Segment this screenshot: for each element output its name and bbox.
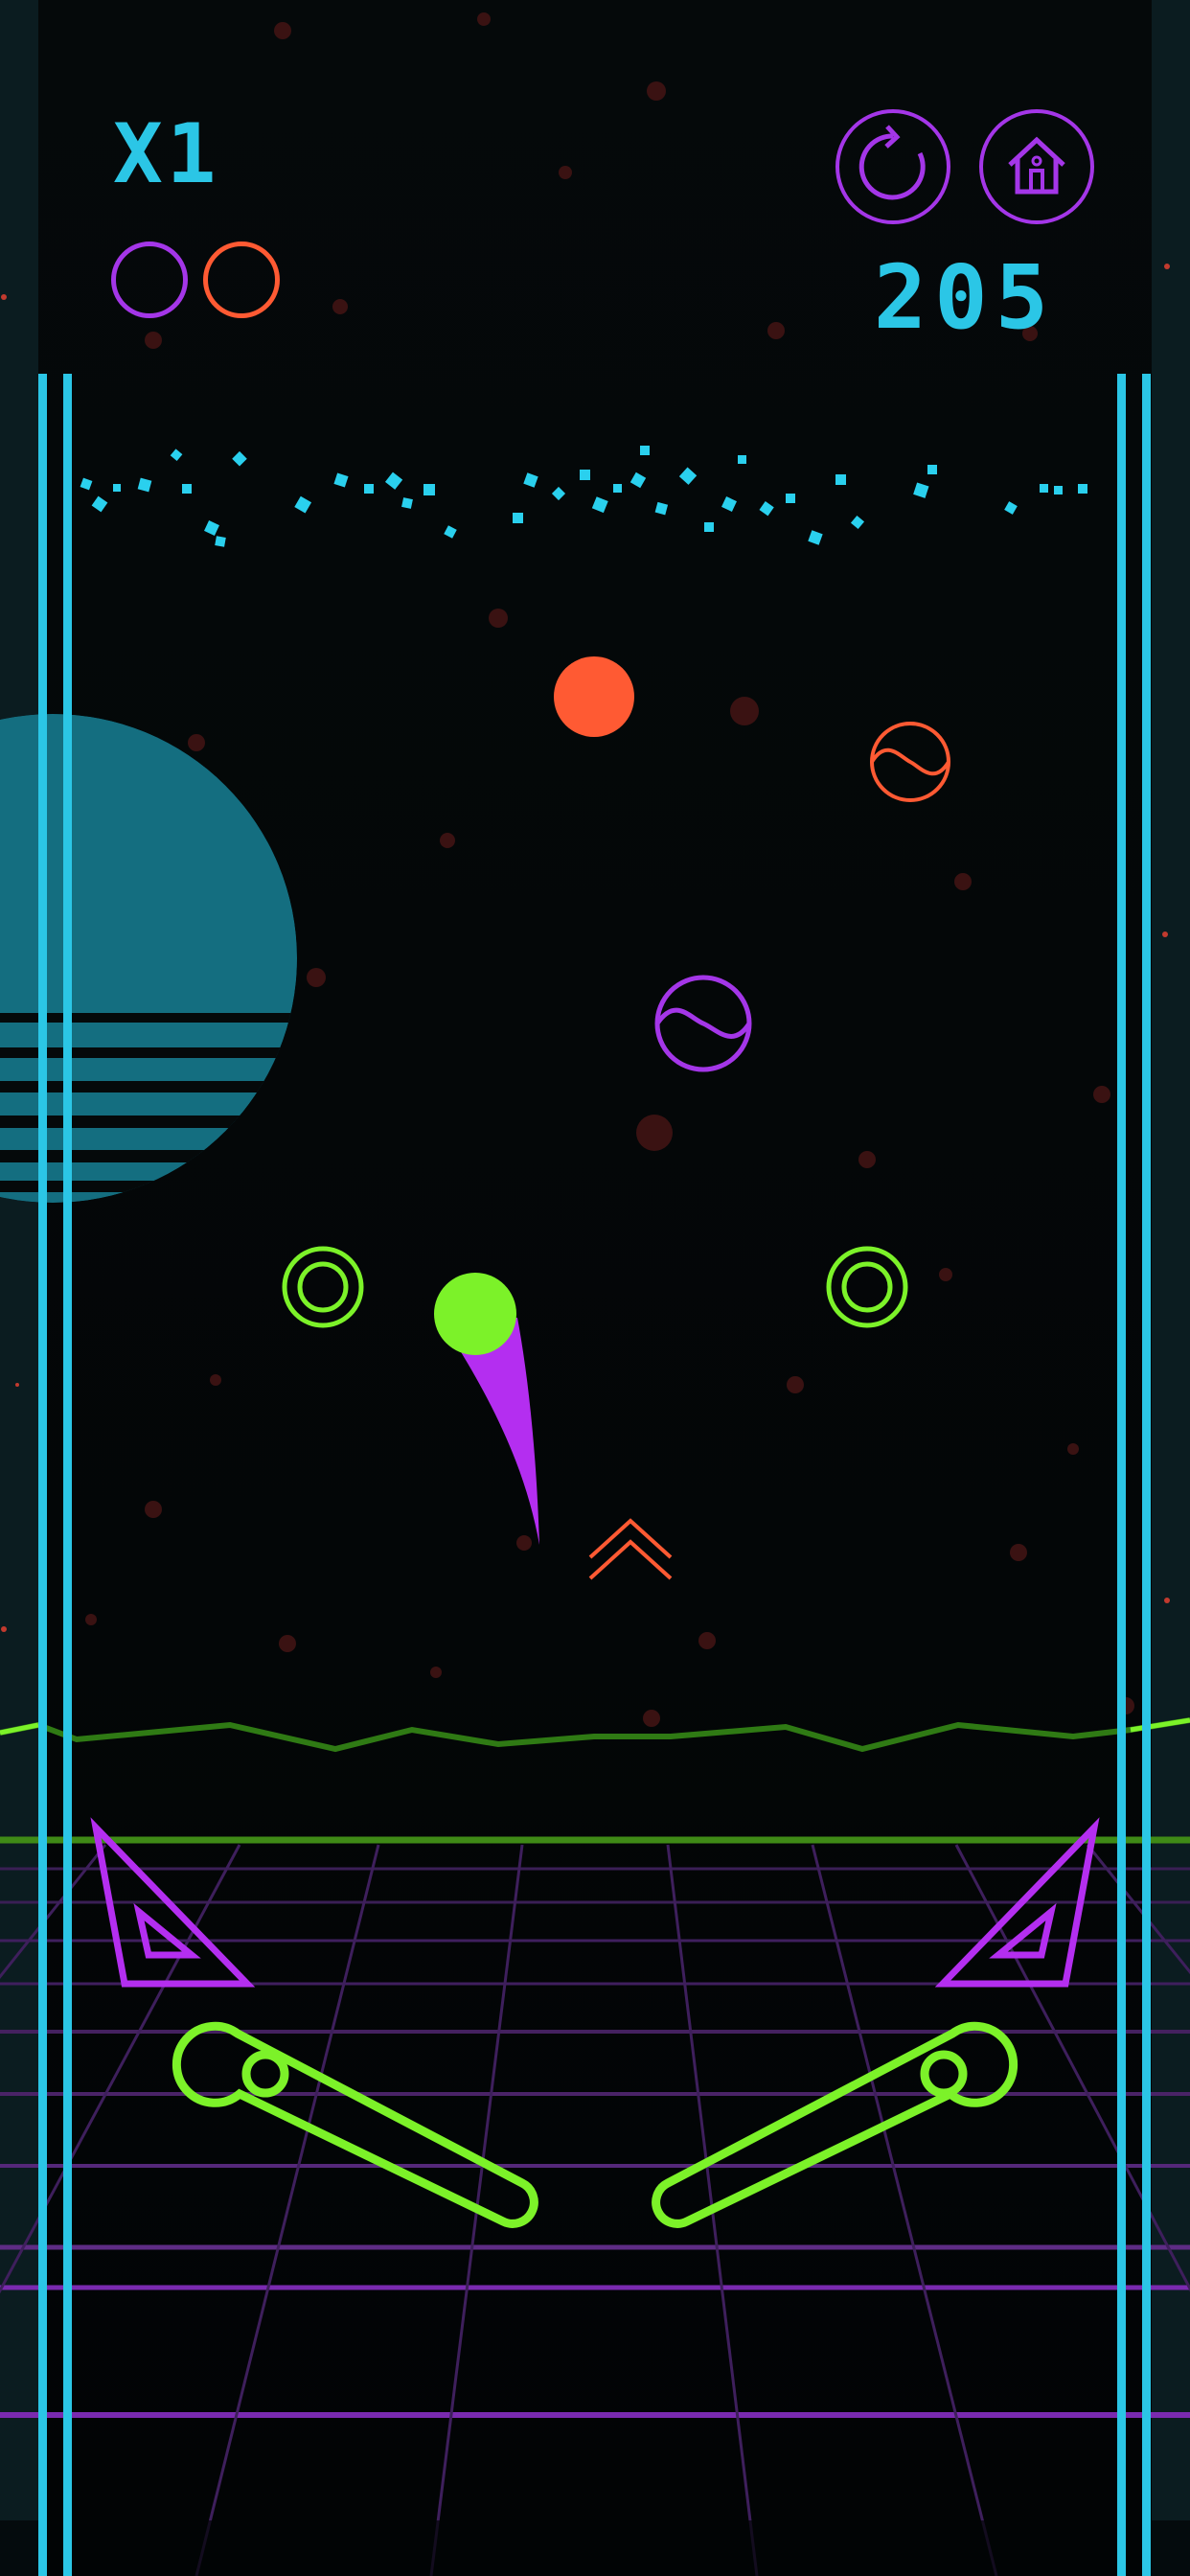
- restart-icon: [858, 125, 926, 200]
- score-multiplier: X1: [113, 106, 220, 202]
- right-side-panel: [1152, 0, 1190, 2576]
- pinball-ball: [434, 1273, 516, 1355]
- orange-bumper: [554, 656, 634, 737]
- left-side-panel: [0, 0, 38, 2576]
- restart-button[interactable]: [835, 109, 950, 224]
- home-button[interactable]: [979, 109, 1094, 224]
- background: [0, 0, 1190, 2576]
- life-indicator-orange: [203, 242, 280, 318]
- home-icon: [1008, 136, 1065, 195]
- game-board: [0, 0, 1190, 2576]
- score-counter: 205: [873, 246, 1056, 349]
- life-indicator-purple: [111, 242, 188, 318]
